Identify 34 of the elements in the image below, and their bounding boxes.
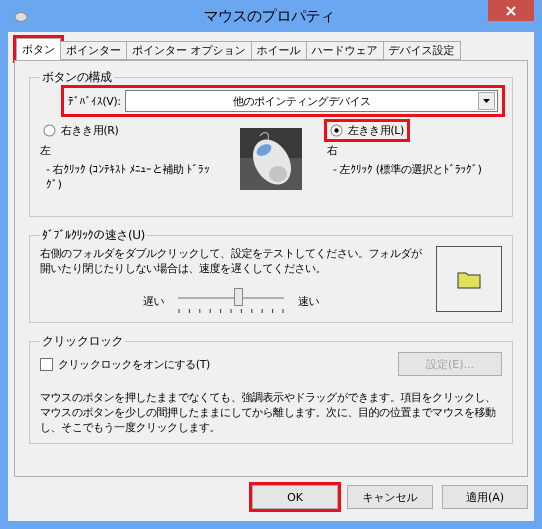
- button-description: - 右ｸﾘｯｸ (ｺﾝﾃｷｽﾄ ﾒﾆｭｰと補助 ﾄﾞﾗｯｸﾞ): [45, 162, 210, 192]
- group-title: クリックロック: [41, 333, 124, 350]
- device-dropdown[interactable]: 他のポインティングデバイス: [124, 90, 498, 112]
- slider-thumb[interactable]: [234, 288, 244, 306]
- close-icon: [506, 6, 516, 16]
- mouse-icon: [12, 9, 28, 23]
- click-lock-checkbox[interactable]: クリックロックをオンにする(T): [40, 356, 384, 372]
- group-title: ボタンの構成: [41, 69, 113, 86]
- tab[interactable]: ホイール: [250, 41, 306, 60]
- dialog-button[interactable]: キャンセル: [347, 485, 433, 509]
- radio-option[interactable]: 右きき用(R): [40, 122, 122, 139]
- tab[interactable]: ポインター: [60, 41, 127, 60]
- radio-icon: [330, 124, 343, 137]
- tab[interactable]: ハードウェア: [306, 41, 384, 60]
- close-button[interactable]: [488, 0, 534, 21]
- button-heading: 右: [327, 143, 339, 158]
- fast-label: 速い: [298, 294, 320, 308]
- button-heading: 左: [40, 143, 52, 158]
- radio-option[interactable]: 左きき用(L): [327, 122, 407, 139]
- device-label: ﾃﾞﾊﾞｲｽ(V):: [68, 94, 121, 108]
- dialog-button[interactable]: 適用(A): [442, 485, 528, 509]
- tab[interactable]: デバイス設定: [382, 41, 460, 60]
- group-title: ﾀﾞﾌﾞﾙｸﾘｯｸの速さ(U): [41, 227, 146, 244]
- double-click-description: 右側のフォルダをダブルクリックして、設定をテストしてください。フォルダが開いたり閉じたりしない場合は、速度を遅くしてください。: [40, 246, 422, 276]
- speed-slider[interactable]: [178, 288, 284, 314]
- tab[interactable]: ポインター オプション: [126, 41, 252, 60]
- test-area[interactable]: [436, 246, 502, 312]
- slow-label: 遅い: [142, 294, 164, 308]
- tab[interactable]: ボタン: [16, 38, 61, 60]
- window-title: マウスのプロパティ: [202, 6, 336, 26]
- radio-icon: [43, 124, 56, 137]
- dialog-button[interactable]: OK: [252, 485, 338, 509]
- click-lock-description: マウスのボタンを押したままでなくても、強調表示やドラッグができます。項目をクリックし、マウスのボタンを少しの間押したままにしてから離します。次に、目的の位置までマウスを移動し、そこでもう一度クリックします。: [40, 390, 497, 435]
- button-description: - 左ｸﾘｯｸ (標準の選択とﾄﾞﾗｯｸﾞ): [332, 162, 483, 177]
